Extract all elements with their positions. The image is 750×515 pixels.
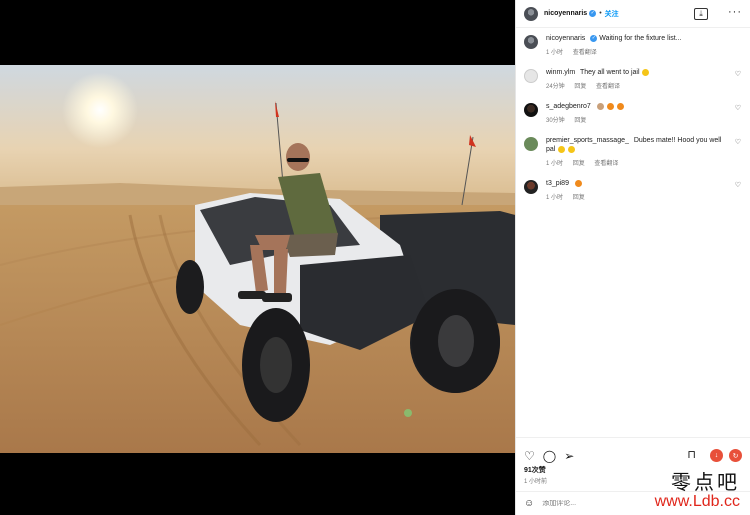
caption: nicoyennaris ✓ Waiting for the fixture li… bbox=[516, 34, 750, 56]
comment-username[interactable]: s_adegbenro7 bbox=[546, 103, 591, 110]
comment-username[interactable]: premier_sports_massage_ bbox=[546, 137, 629, 144]
commenter-avatar[interactable] bbox=[524, 137, 538, 151]
download-icon[interactable]: ⤓ bbox=[694, 8, 708, 20]
comment-time: 1 小时 bbox=[546, 195, 564, 201]
action-bar: ♡ ◯ ➢ ⊓ ↓ ↻ bbox=[516, 437, 750, 465]
comment-item: premier_sports_massage_ Dubes mate!! Hoo… bbox=[516, 136, 750, 167]
comment-time: 30分钟 bbox=[546, 118, 565, 124]
commenter-avatar[interactable] bbox=[524, 180, 538, 194]
comment-item: t3_pi89 1 小时 回复 ♡ bbox=[516, 179, 750, 201]
verified-icon: ✓ bbox=[590, 34, 598, 42]
watermark-chinese: 零点吧 bbox=[671, 470, 740, 494]
commenter-avatar[interactable] bbox=[524, 103, 538, 117]
like-comment-heart-icon[interactable]: ♡ bbox=[735, 104, 741, 112]
comment-input[interactable] bbox=[542, 500, 643, 507]
like-comment-heart-icon[interactable]: ♡ bbox=[735, 138, 741, 146]
comments-list: nicoyennaris ✓ Waiting for the fixture li… bbox=[516, 28, 750, 440]
comment-username[interactable]: winm.ylm bbox=[546, 69, 575, 76]
reply-button[interactable]: 回复 bbox=[573, 161, 585, 167]
caption-time: 1 小时 bbox=[546, 50, 564, 56]
post-photo[interactable] bbox=[0, 65, 515, 453]
post-image bbox=[0, 65, 515, 453]
header-username[interactable]: nicoyennaris bbox=[544, 10, 587, 17]
more-icon[interactable]: ··· bbox=[728, 6, 742, 18]
reply-button[interactable]: 回复 bbox=[574, 118, 586, 124]
share-icon[interactable]: ➢ bbox=[564, 450, 574, 462]
face-emoji-icon bbox=[596, 102, 604, 110]
comment-text: They all went to jail bbox=[580, 69, 640, 76]
owner-avatar[interactable] bbox=[524, 6, 538, 21]
watermark-url: www.Ldb.cc bbox=[654, 493, 740, 510]
reply-button[interactable]: 回复 bbox=[574, 84, 586, 90]
fire-emoji-icon bbox=[606, 102, 614, 110]
translate-button[interactable]: 查看翻译 bbox=[596, 84, 620, 90]
face-emoji-icon bbox=[558, 145, 566, 153]
comment-icon[interactable]: ◯ bbox=[543, 450, 556, 462]
media-pane bbox=[0, 0, 515, 515]
caption-username[interactable]: nicoyennaris bbox=[546, 35, 585, 42]
caption-text: Waiting for the fixture list... bbox=[599, 35, 682, 42]
comment-time: 24分钟 bbox=[546, 84, 565, 90]
comment-item: s_adegbenro7 30分钟 回复 ♡ bbox=[516, 102, 750, 124]
verified-icon: ✓ bbox=[589, 10, 597, 17]
comment-username[interactable]: t3_pi89 bbox=[546, 180, 569, 187]
caption-translate[interactable]: 查看翻译 bbox=[573, 50, 597, 56]
reply-button[interactable]: 回复 bbox=[573, 195, 585, 201]
laughing-emoji-icon bbox=[642, 68, 650, 76]
post-header: nicoyennaris ✓ • 关注 ⤓ ··· bbox=[516, 0, 750, 28]
download-circle-icon[interactable]: ↓ bbox=[710, 449, 723, 462]
dot-separator: • bbox=[599, 10, 602, 17]
watermark: 零点吧 www.Ldb.cc bbox=[655, 471, 740, 511]
reload-circle-icon[interactable]: ↻ bbox=[729, 449, 742, 462]
side-panel: nicoyennaris ✓ • 关注 ⤓ ··· nicoyennaris ✓ … bbox=[515, 0, 750, 515]
translate-button[interactable]: 查看翻译 bbox=[594, 161, 618, 167]
fire-emoji-icon bbox=[574, 179, 582, 187]
commenter-avatar[interactable] bbox=[524, 69, 538, 83]
face-emoji-icon bbox=[568, 145, 576, 153]
like-comment-heart-icon[interactable]: ♡ bbox=[735, 70, 741, 78]
comment-item: winm.ylm They all went to jail 24分钟 回复 查… bbox=[516, 68, 750, 90]
follow-button[interactable]: 关注 bbox=[605, 9, 619, 19]
post-timestamp: 1 小时前 bbox=[524, 479, 548, 485]
fire-emoji-icon bbox=[616, 102, 624, 110]
bookmark-icon[interactable]: ⊓ bbox=[687, 450, 696, 461]
comment-time: 1 小时 bbox=[546, 161, 564, 167]
caption-avatar[interactable] bbox=[524, 35, 538, 49]
heart-icon[interactable]: ♡ bbox=[524, 450, 535, 462]
likes-count[interactable]: 91次赞 bbox=[524, 465, 546, 475]
like-comment-heart-icon[interactable]: ♡ bbox=[735, 181, 741, 189]
smile-icon[interactable]: ☺ bbox=[524, 498, 534, 509]
